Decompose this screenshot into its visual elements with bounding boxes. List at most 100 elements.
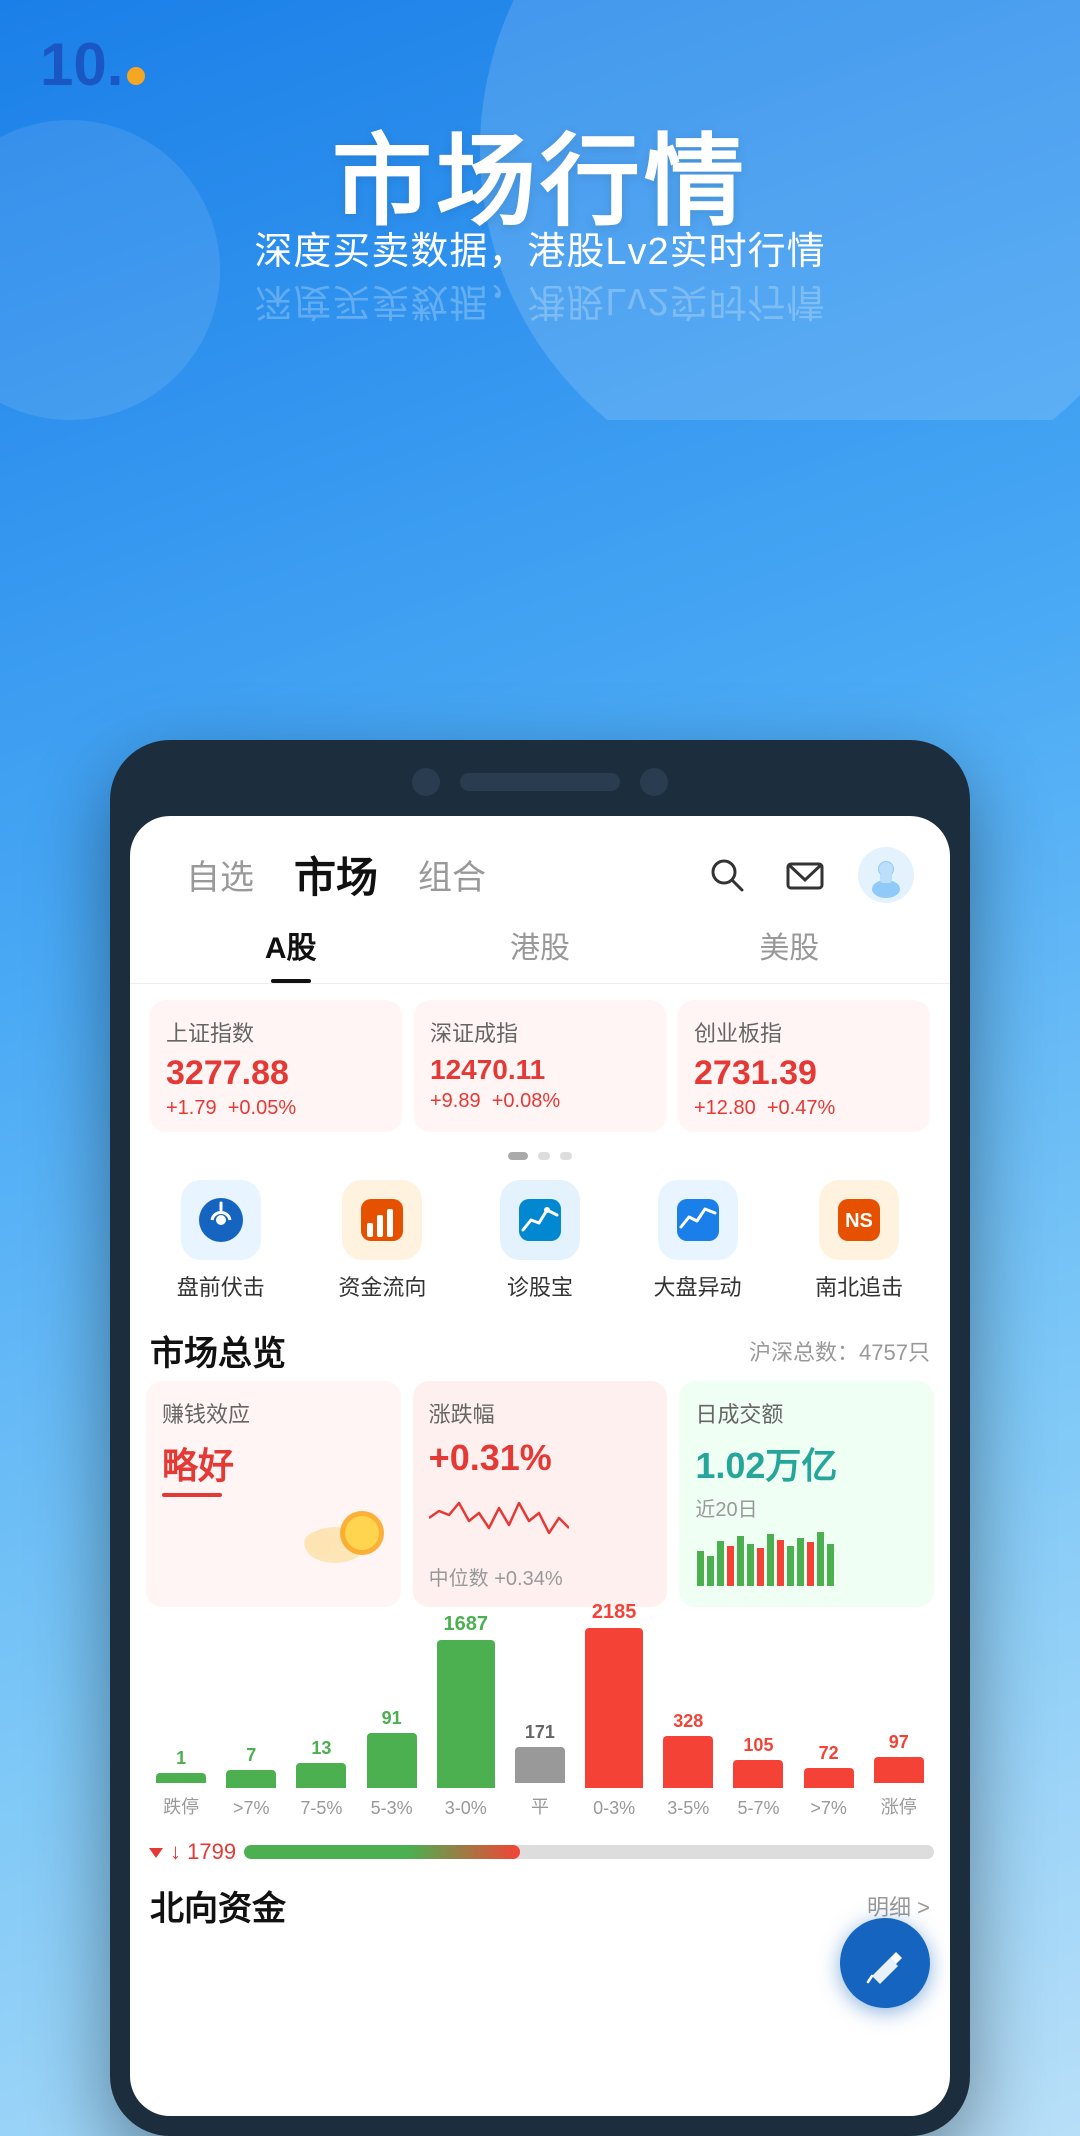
hero-section: 10 . 市场行情 深度买卖数据，港股Lv2实时行情 深度买卖数据，港股Lv2实…: [0, 0, 1080, 420]
header-icons: [702, 847, 914, 903]
index-change-0: +1.79 +0.05%: [166, 1097, 386, 1120]
bar-03r: 2185 0-3%: [585, 1601, 643, 1819]
mail-button[interactable]: [780, 850, 830, 900]
index-value-2: 2731.39: [694, 1054, 914, 1093]
bar-ping: 171 平: [515, 1722, 565, 1819]
nav-zixuan[interactable]: 自选: [166, 850, 274, 899]
feature-icon-nanbei: NS: [819, 1180, 899, 1260]
feature-label-dapan: 大盘异动: [654, 1270, 742, 1302]
feature-label-zijin: 资金流向: [338, 1270, 426, 1302]
feature-icon-panqian: [181, 1180, 261, 1260]
phone-screen: 自选 市场 组合: [130, 816, 950, 2116]
feature-dapan[interactable]: 大盘异动: [654, 1180, 742, 1302]
phone-outer: 自选 市场 组合: [110, 740, 970, 2136]
phone-notch: [130, 760, 950, 804]
avatar-icon: [862, 851, 910, 899]
svg-text:NS: NS: [845, 1210, 873, 1232]
index-value-1: 12470.11: [430, 1054, 650, 1086]
index-change-1: +9.89 +0.08%: [430, 1090, 650, 1113]
fab-button[interactable]: [840, 1918, 930, 2008]
app-header: 自选 市场 组合: [130, 816, 950, 905]
bar-gt7g: 7 >7%: [226, 1745, 276, 1819]
dot-1: [538, 1152, 550, 1160]
ov-sub-1: 中位数 +0.34%: [429, 1562, 652, 1591]
index-name-0: 上证指数: [166, 1016, 386, 1048]
tab-us-stock[interactable]: 美股: [665, 923, 914, 983]
feature-label-panqian: 盘前伏击: [177, 1270, 265, 1302]
mail-icon: [784, 854, 826, 896]
progress-down-label: ↓ 1799: [146, 1839, 236, 1865]
bar-chart-area: 1 跌停 7 >7% 13 7-5%: [146, 1619, 934, 1819]
progress-section: ↓ 1799: [130, 1831, 950, 1873]
dot-2: [560, 1152, 572, 1160]
index-value-0: 3277.88: [166, 1054, 386, 1093]
distribution-chart: 1 跌停 7 >7% 13 7-5%: [130, 1619, 950, 1831]
bar-30g: 1687 3-0%: [437, 1613, 495, 1819]
ov-label-2: 日成交额: [695, 1397, 918, 1429]
dot-0: [508, 1152, 528, 1160]
feature-zhengubao[interactable]: 诊股宝: [500, 1180, 580, 1302]
logo-number: 10: [40, 35, 107, 95]
fab-pen-icon: [862, 1940, 908, 1986]
feature-panqian[interactable]: 盘前伏击: [177, 1180, 265, 1302]
search-button[interactable]: [702, 850, 752, 900]
nav-shichang[interactable]: 市场: [274, 844, 398, 905]
logo-dot: [127, 67, 145, 85]
speaker-bar: [460, 773, 620, 791]
overview-card-volume[interactable]: 日成交额 1.02万亿 近20日: [679, 1381, 934, 1607]
logo-area: 10 .: [40, 30, 145, 99]
market-overview-header: 市场总览 沪深总数：4757只: [130, 1318, 950, 1381]
avatar-button[interactable]: [858, 847, 914, 903]
feature-icons-row: 盘前伏击 资金流向: [130, 1164, 950, 1318]
ov-value-2: 1.02万亿: [695, 1437, 918, 1489]
north-funds-section: 北向资金 明细 >: [130, 1873, 950, 1938]
stock-tabs: A股 港股 美股: [130, 913, 950, 984]
market-overview-subtitle: 沪深总数：4757只: [749, 1335, 930, 1367]
nav-zuhe[interactable]: 组合: [398, 850, 506, 899]
index-card-1[interactable]: 深证成指 12470.11 +9.89 +0.08%: [414, 1000, 666, 1132]
overview-cards: 赚钱效应 略好: [130, 1381, 950, 1619]
feature-icon-zijin: [342, 1180, 422, 1260]
ov-label-1: 涨跌幅: [429, 1397, 652, 1429]
ov-label-0: 赚钱效应: [162, 1397, 385, 1429]
overview-card-change[interactable]: 涨跌幅 +0.31% 中位数 +0.34%: [413, 1381, 668, 1607]
hero-subtitle: 深度买卖数据，港股Lv2实时行情: [0, 220, 1080, 275]
hero-subtitle-mirror: 深度买卖数据，港股Lv2实时行情: [0, 278, 1080, 333]
north-funds-more[interactable]: 明细 >: [867, 1890, 930, 1922]
feature-icon-dapan: [658, 1180, 738, 1260]
bar-diting: 1 跌停: [156, 1748, 206, 1819]
north-funds-title: 北向资金: [150, 1881, 286, 1930]
index-name-2: 创业板指: [694, 1016, 914, 1048]
ov-sub-2: 近20日: [695, 1493, 918, 1522]
camera-dot-2: [640, 768, 668, 796]
ov-underline: [162, 1493, 222, 1497]
ov-value-1: +0.31%: [429, 1437, 652, 1479]
search-icon: [706, 854, 748, 896]
phone-mockup: 自选 市场 组合: [110, 740, 970, 2136]
market-overview-title: 市场总览: [150, 1326, 286, 1375]
bar-75g: 13 7-5%: [296, 1738, 346, 1819]
sun-illustration: [162, 1505, 385, 1575]
progress-bar-fill: [244, 1845, 520, 1859]
index-change-2: +12.80 +0.47%: [694, 1097, 914, 1120]
bar-gt7r: 72 >7%: [804, 1743, 854, 1819]
progress-bar: [244, 1845, 934, 1859]
bar-35r: 328 3-5%: [663, 1711, 713, 1819]
camera-dot: [412, 768, 440, 796]
bar-57r: 105 5-7%: [733, 1735, 783, 1819]
index-cards: 上证指数 3277.88 +1.79 +0.05% 深证成指 12470.11 …: [130, 984, 950, 1148]
ov-value-0: 略好: [162, 1437, 385, 1489]
overview-card-money[interactable]: 赚钱效应 略好: [146, 1381, 401, 1607]
index-card-0[interactable]: 上证指数 3277.88 +1.79 +0.05%: [150, 1000, 402, 1132]
index-card-2[interactable]: 创业板指 2731.39 +12.80 +0.47%: [678, 1000, 930, 1132]
carousel-dots: [130, 1148, 950, 1164]
bar-53g: 91 5-3%: [367, 1708, 417, 1819]
feature-zijin[interactable]: 资金流向: [338, 1180, 426, 1302]
tab-a-stock[interactable]: A股: [166, 923, 415, 983]
feature-label-nanbei: 南北追击: [815, 1270, 903, 1302]
feature-nanbei[interactable]: NS 南北追击: [815, 1180, 903, 1302]
tab-hk-stock[interactable]: 港股: [415, 923, 664, 983]
index-name-1: 深证成指: [430, 1016, 650, 1048]
bar-zanting: 97 涨停: [874, 1732, 924, 1819]
feature-icon-zhengubao: [500, 1180, 580, 1260]
